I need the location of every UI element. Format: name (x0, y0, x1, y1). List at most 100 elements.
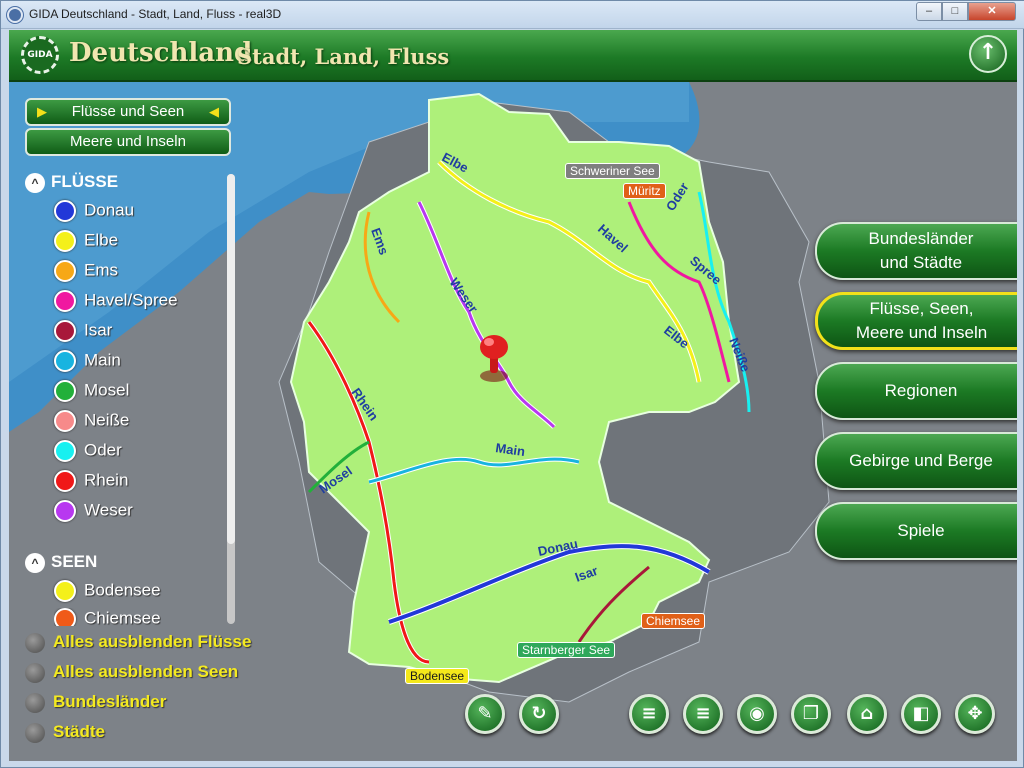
map-lake-label: Starnberger See (517, 642, 616, 658)
pointer-icon[interactable]: ✎ (465, 694, 505, 734)
legend-item-main[interactable]: Main (54, 350, 121, 374)
legend-label: Weser (84, 500, 133, 520)
close-button[interactable]: ✕ (968, 2, 1016, 21)
gida-logo: GIDA (21, 36, 59, 74)
color-swatch-icon[interactable] (54, 500, 76, 522)
color-swatch-icon[interactable] (54, 320, 76, 342)
legend-item-elbe[interactable]: Elbe (54, 230, 118, 254)
color-swatch-icon[interactable] (54, 200, 76, 222)
app-title: Deutschland (69, 38, 253, 68)
legend-item-neisse[interactable]: Neiße (54, 410, 129, 434)
maximize-button[interactable]: □ (942, 2, 968, 21)
up-arrow-icon[interactable]: ↑ (969, 35, 1007, 73)
move-icon[interactable]: ✥ (955, 694, 995, 734)
color-swatch-icon[interactable] (54, 608, 76, 626)
legend-item-rhein[interactable]: Rhein (54, 470, 128, 494)
legend-scrollbar[interactable] (227, 174, 235, 624)
camera-icon[interactable]: ◉ (737, 694, 777, 734)
triangle-left-icon: ◀ (209, 104, 219, 119)
section-fluesse[interactable]: ^ FLÜSSE (25, 172, 118, 193)
legend-label: Main (84, 350, 121, 370)
filter-label: Städte (53, 722, 105, 741)
legend-label: Bodensee (84, 580, 161, 600)
scroll-thumb[interactable] (227, 174, 235, 544)
legend-label: Donau (84, 200, 135, 220)
menu-fluesse-seen-meere-inseln[interactable]: Flüsse, Seen, Meere und Inseln (815, 292, 1017, 350)
filter-label: Alles ausblenden Flüsse (53, 632, 252, 651)
color-swatch-icon[interactable] (54, 470, 76, 492)
section-heading: SEEN (51, 552, 98, 571)
legend-label: Elbe (84, 230, 119, 250)
legend-label: Isar (84, 320, 113, 340)
minimize-button[interactable]: – (916, 2, 942, 21)
legend-label: Chiemsee (84, 608, 161, 626)
color-swatch-icon[interactable] (54, 290, 76, 312)
tab-label: Meere und Inseln (70, 133, 186, 150)
color-swatch-icon[interactable] (54, 230, 76, 252)
tab-label: Flüsse und Seen (71, 103, 185, 120)
color-swatch-icon[interactable] (54, 260, 76, 282)
section-seen[interactable]: ^ SEEN (25, 552, 97, 573)
radio-dot-icon[interactable] (25, 692, 45, 713)
filter-label: Alles ausblenden Seen (53, 662, 239, 681)
map-lake-label: Schweriner See (565, 163, 660, 179)
window-icon[interactable]: ◧ (901, 694, 941, 734)
menu-label: Meere und Inseln (855, 323, 988, 342)
window-title: GIDA Deutschland - Stadt, Land, Fluss - … (29, 7, 282, 21)
reset-icon[interactable]: ↻ (519, 694, 559, 734)
section-heading: FLÜSSE (51, 172, 119, 191)
tab-meere-und-inseln[interactable]: Meere und Inseln (25, 128, 231, 156)
app-icon (7, 7, 23, 23)
tab-fluesse-und-seen[interactable]: ▶ Flüsse und Seen ◀ (25, 98, 231, 126)
menu-spiele[interactable]: Spiele (815, 502, 1017, 560)
list-icon[interactable]: ≡ (683, 694, 723, 734)
menu-regionen[interactable]: Regionen (815, 362, 1017, 420)
app-header: GIDA Deutschland Stadt, Land, Fluss ↑ (9, 30, 1017, 82)
legend-item-isar[interactable]: Isar (54, 320, 112, 344)
chevron-up-icon[interactable]: ^ (25, 552, 45, 573)
chevron-up-icon[interactable]: ^ (25, 172, 45, 193)
legend-item-chiemsee[interactable]: Chiemsee (54, 608, 161, 626)
legend-item-mosel[interactable]: Mosel (54, 380, 129, 404)
color-swatch-icon[interactable] (54, 410, 76, 432)
legend-item-oder[interactable]: Oder (54, 440, 122, 464)
home-icon[interactable]: ⌂ (847, 694, 887, 734)
app-window: GIDA Deutschland - Stadt, Land, Fluss - … (0, 0, 1024, 768)
app-subtitle: Stadt, Land, Fluss (237, 44, 450, 69)
legend-item-donau[interactable]: Donau (54, 200, 134, 224)
menu-label: Regionen (884, 381, 958, 400)
map-stage: Elbe Ems Weser Havel Oder Spree Elbe Nei… (9, 82, 1017, 761)
radio-dot-icon[interactable] (25, 632, 45, 653)
legend-label: Havel/Spree (84, 290, 178, 310)
legend-label: Rhein (84, 470, 129, 490)
color-swatch-icon[interactable] (54, 440, 76, 462)
title-bar[interactable]: GIDA Deutschland - Stadt, Land, Fluss - … (1, 1, 1024, 29)
legend-item-havel-spree[interactable]: Havel/Spree (54, 290, 178, 314)
legend-label: Neiße (84, 410, 130, 430)
radio-dot-icon[interactable] (25, 662, 45, 683)
menu-label: Spiele (897, 521, 945, 540)
germany-map[interactable]: Elbe Ems Weser Havel Oder Spree Elbe Nei… (9, 82, 1017, 761)
filter-hide-rivers[interactable]: Alles ausblenden Flüsse (25, 632, 251, 658)
color-swatch-icon[interactable] (54, 380, 76, 402)
color-swatch-icon[interactable] (54, 580, 76, 602)
menu-label: Bundesländer (868, 229, 974, 248)
copy-icon[interactable]: ❐ (791, 694, 831, 734)
triangle-right-icon: ▶ (37, 104, 47, 119)
filter-bundeslaender[interactable]: Bundesländer (25, 692, 166, 718)
map-lake-label: Müritz (623, 183, 666, 199)
color-swatch-icon[interactable] (54, 350, 76, 372)
list-icon[interactable]: ≡ (629, 694, 669, 734)
map-lake-label: Bodensee (405, 668, 470, 684)
legend-item-ems[interactable]: Ems (54, 260, 118, 284)
filter-staedte[interactable]: Städte (25, 722, 105, 748)
legend-label: Mosel (84, 380, 130, 400)
legend-item-bodensee[interactable]: Bodensee (54, 580, 161, 604)
menu-label: Gebirge und Berge (849, 451, 993, 470)
legend-item-weser[interactable]: Weser (54, 500, 133, 524)
menu-bundeslaender-und-staedte[interactable]: Bundesländer und Städte (815, 222, 1017, 280)
legend-label: Ems (84, 260, 118, 280)
filter-hide-lakes[interactable]: Alles ausblenden Seen (25, 662, 238, 688)
radio-dot-icon[interactable] (25, 722, 45, 743)
menu-gebirge-und-berge[interactable]: Gebirge und Berge (815, 432, 1017, 490)
